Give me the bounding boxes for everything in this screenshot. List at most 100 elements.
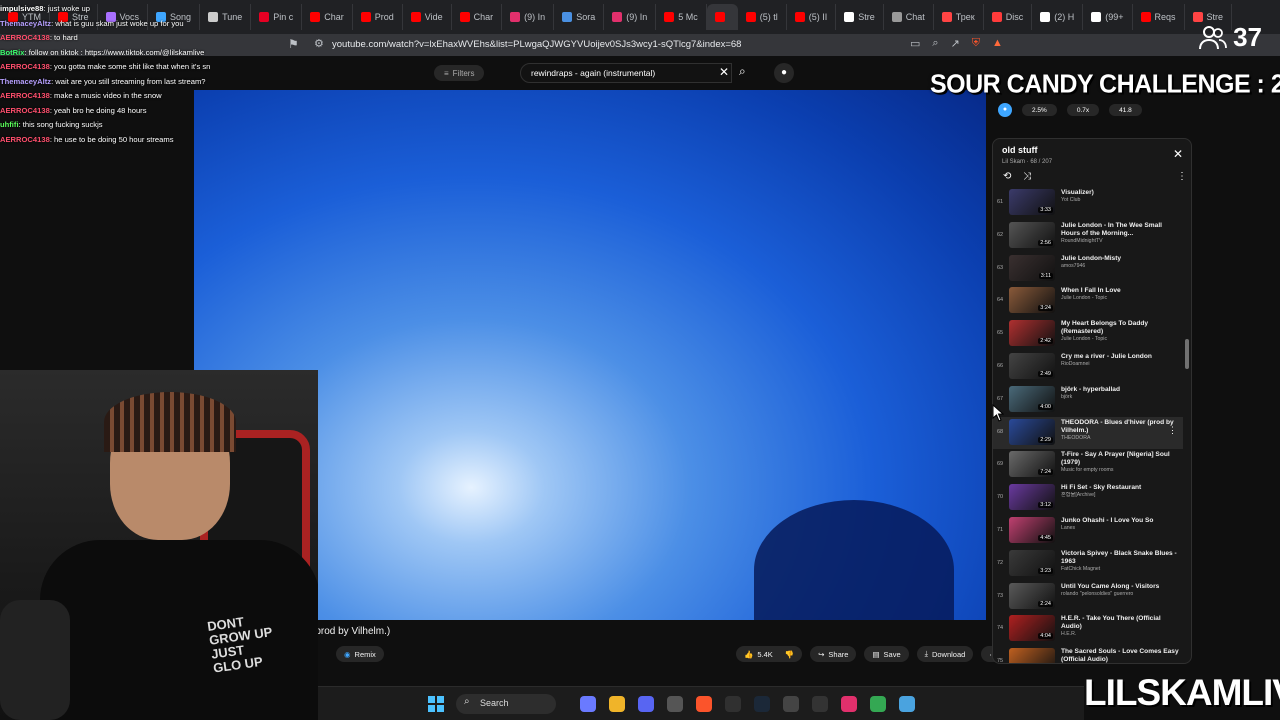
channel-name[interactable]: rolando "pelonsoldies" guerrero [1061, 591, 1179, 598]
capture-icon[interactable] [812, 696, 828, 712]
copilot-icon[interactable] [580, 696, 596, 712]
chat-username[interactable]: AERROC4138 [0, 33, 50, 42]
video-thumbnail[interactable]: 4:00 [1009, 385, 1055, 412]
browser-tab[interactable]: Disc [984, 4, 1033, 30]
channel-name[interactable]: FatChick Magnet [1061, 566, 1179, 573]
chat-username[interactable]: impulsive88 [0, 4, 43, 13]
zoom-icon[interactable]: ⌕ [932, 37, 938, 50]
filters-button[interactable]: ≡ Filters [434, 65, 485, 81]
browser-tab[interactable]: Char [302, 4, 353, 30]
video-thumbnail[interactable]: 2:24 [1009, 582, 1055, 609]
browser-tab[interactable]: (9) In [502, 4, 555, 30]
channel-name[interactable]: Lanes [1061, 525, 1179, 532]
video-thumbnail[interactable]: 4:04 [1009, 615, 1055, 642]
browser-tab[interactable]: Char [452, 4, 503, 30]
save-button[interactable]: ▤ Save [864, 646, 909, 662]
video-title[interactable]: My Heart Belongs To Daddy (Remastered) [1061, 320, 1179, 336]
voice-search-icon[interactable]: ● [774, 63, 794, 83]
channel-name[interactable]: amos7946 [1061, 263, 1179, 270]
chat-username[interactable]: AERROC4138 [0, 106, 50, 115]
browser-tab[interactable]: Chat [884, 4, 934, 30]
channel-name[interactable]: 혼합물[Archive] [1061, 492, 1179, 499]
chrome-icon[interactable] [870, 696, 886, 712]
steam-icon[interactable] [754, 696, 770, 712]
playlist-item[interactable]: 64 3:24 When I Fall In Love Julie London - … [993, 285, 1183, 318]
video-title[interactable]: THEODORA - Blues d'hiver (prod by Vilhel… [1061, 419, 1179, 435]
video-title[interactable]: Junko Ohashi - I Love You So [1061, 517, 1179, 525]
playlist-item[interactable]: 62 2:56 Julie London - In The Wee Small Ho… [993, 220, 1183, 253]
playlist-item[interactable]: 63 3:11 Julie London-Misty amos7946 [993, 253, 1183, 286]
brave-icon[interactable] [696, 696, 712, 712]
video-thumbnail[interactable]: 3:13 [1009, 648, 1055, 663]
playlist-item[interactable]: 68 2:29 THEODORA - Blues d'hiver (prod by … [993, 416, 1183, 450]
brave-shield-icon[interactable]: ⛨ [972, 37, 980, 50]
playlist-item[interactable]: 66 2:49 Cry me a river - Julie London RioDo… [993, 351, 1183, 384]
playlist-item[interactable]: 73 2:24 Until You Came Along - Visitors rol… [993, 581, 1183, 614]
loop-icon[interactable]: ⟲ [1003, 171, 1011, 182]
taskbar-search[interactable]: Search [456, 694, 556, 714]
video-thumbnail[interactable]: 4:45 [1009, 516, 1055, 543]
playlist-title[interactable]: old stuff [1002, 145, 1038, 155]
channel-name[interactable]: björk [1061, 394, 1179, 401]
obs-icon[interactable] [725, 696, 741, 712]
playlist-item[interactable]: 74 4:04 H.E.R. - Take You There (Official … [993, 613, 1183, 646]
download-button[interactable]: ⤓ Download [916, 646, 974, 662]
browser-tab[interactable]: Трек [934, 4, 984, 30]
discord-icon[interactable] [638, 696, 654, 712]
video-thumbnail[interactable]: 3:23 [1009, 549, 1055, 576]
remix-button[interactable]: ◉ Remix [336, 646, 384, 662]
browser-tab[interactable]: 5 Mc [656, 4, 707, 30]
playlist-item[interactable]: 70 3:12 Hi Fi Set - Sky Restaurant 혼합물[Arch… [993, 482, 1183, 515]
video-thumbnail[interactable]: 3:11 [1009, 254, 1055, 281]
video-title[interactable]: H.E.R. - Take You There (Official Audio) [1061, 615, 1179, 631]
video-title[interactable]: The Sacred Souls - Love Comes Easy (Offi… [1061, 648, 1179, 663]
playlist-item[interactable]: 75 3:13 The Sacred Souls - Love Comes Easy… [993, 646, 1183, 663]
browser-tab[interactable]: (5) tl [738, 4, 787, 30]
url-text[interactable]: youtube.com/watch?v=lxEhaxWVEhs&list=PLw… [332, 39, 741, 50]
video-title[interactable]: Cry me a river - Julie London [1061, 353, 1179, 361]
video-title[interactable]: When I Fall In Love [1061, 287, 1179, 295]
file-explorer-icon[interactable] [609, 696, 625, 712]
share-icon[interactable]: ↗ [951, 37, 960, 50]
bookmark-icon[interactable]: ⚑ [288, 37, 299, 51]
search-input[interactable]: rewindraps - again (instrumental) [520, 63, 732, 83]
scrollbar-thumb[interactable] [1185, 339, 1189, 369]
calculator-icon[interactable] [667, 696, 683, 712]
playlist-item[interactable]: 69 7:24 T-Fire - Say A Prayer [Nigeria] So… [993, 449, 1183, 482]
video-thumbnail[interactable]: 2:49 [1009, 352, 1055, 379]
channel-name[interactable]: THEODORA [1061, 435, 1179, 442]
channel-name[interactable]: Yot Club [1061, 197, 1179, 204]
clear-search-icon[interactable]: ✕ [719, 65, 729, 79]
channel-name[interactable]: Music for empty rooms [1061, 467, 1179, 474]
browser-tab[interactable]: Vide [403, 4, 452, 30]
video-title[interactable]: T-Fire - Say A Prayer [Nigeria] Soul (19… [1061, 451, 1179, 467]
video-thumbnail[interactable]: 3:12 [1009, 484, 1055, 511]
video-title[interactable]: Visualizer) [1061, 189, 1179, 197]
instagram-icon[interactable] [841, 696, 857, 712]
video-thumbnail[interactable]: 3:24 [1009, 287, 1055, 314]
chat-username[interactable]: ThemaceyAltz [0, 19, 51, 28]
video-title[interactable]: Julie London-Misty [1061, 255, 1179, 263]
playlist-item[interactable]: 71 4:45 Junko Ohashi - I Love You So Lanes [993, 515, 1183, 548]
video-thumbnail[interactable]: 2:29 [1009, 418, 1055, 445]
channel-name[interactable]: H.E.R. [1061, 631, 1179, 638]
browser-tab[interactable]: (5) II [787, 4, 837, 30]
channel-name[interactable]: Julie London - Topic [1061, 295, 1179, 302]
like-button[interactable]: 👍 5.4K 👎 [736, 646, 803, 662]
video-title[interactable]: björk - hyperballad [1061, 386, 1179, 394]
share-button[interactable]: ↪ Share [810, 646, 857, 662]
close-icon[interactable]: ✕ [1173, 147, 1183, 161]
site-info-icon[interactable]: ⚙ [314, 37, 324, 50]
video-title[interactable]: Hi Fi Set - Sky Restaurant [1061, 484, 1179, 492]
browser-tab[interactable]: (2) H [1032, 4, 1084, 30]
browser-tab[interactable]: (9) In [604, 4, 657, 30]
playlist-item[interactable]: 65 2:42 My Heart Belongs To Daddy (Remaste… [993, 318, 1183, 351]
chat-username[interactable]: ThemaceyAltz [0, 77, 51, 86]
app-icon[interactable] [783, 696, 799, 712]
windows-start-icon[interactable] [428, 696, 444, 712]
browser-tab[interactable]: Stre [836, 4, 884, 30]
browser-tab[interactable]: Sora [554, 4, 605, 30]
notepad-icon[interactable] [899, 696, 915, 712]
thumbs-down-icon[interactable]: 👎 [785, 650, 794, 659]
playlist-menu-icon[interactable]: ⋮ [1177, 171, 1187, 182]
